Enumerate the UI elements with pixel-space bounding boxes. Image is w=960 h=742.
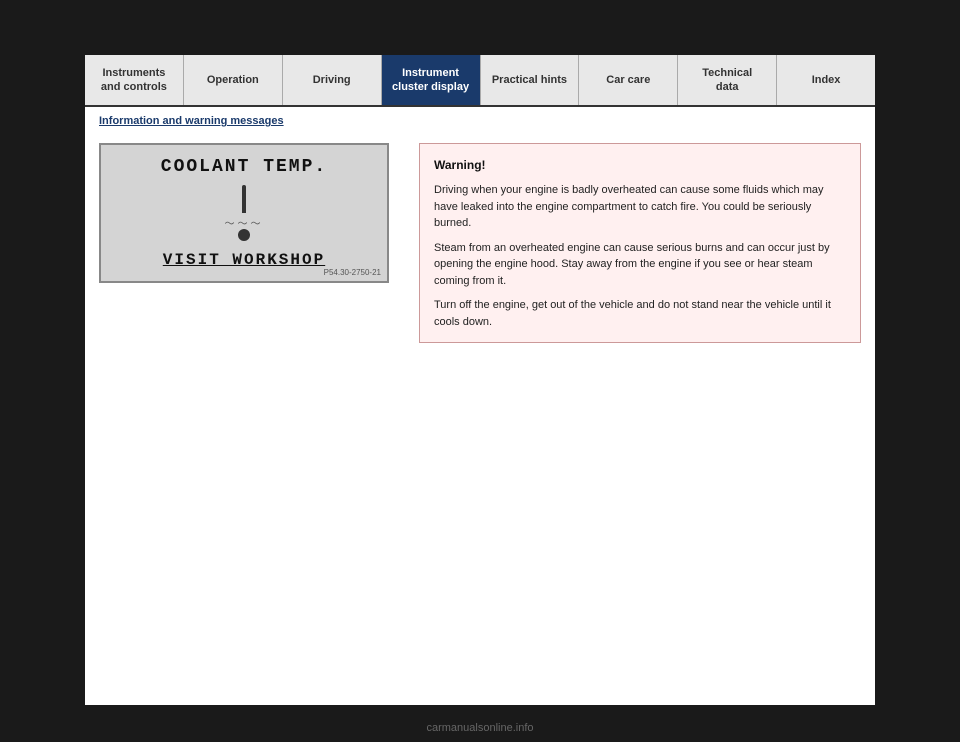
warning-paragraph-3: Turn off the engine, get out of the vehi… (434, 297, 846, 330)
tab-practical-hints[interactable]: Practical hints (481, 55, 580, 105)
thermometer-icon: 〜〜〜 (225, 185, 264, 241)
right-panel: Warning! Driving when your engine is bad… (419, 143, 861, 343)
left-panel: COOLANT TEMP. 〜〜〜 VISIT WORKSHOP P54.30-… (99, 143, 399, 343)
display-ref: P54.30-2750-21 (324, 268, 381, 277)
tab-driving[interactable]: Driving (283, 55, 382, 105)
nav-tabs: Instruments and controls Operation Drivi… (85, 55, 875, 107)
tab-index[interactable]: Index (777, 55, 875, 105)
tab-car-care[interactable]: Car care (579, 55, 678, 105)
tab-instruments[interactable]: Instruments and controls (85, 55, 184, 105)
page-content: Instruments and controls Operation Drivi… (85, 55, 875, 705)
section-heading: Information and warning messages (85, 107, 875, 133)
warning-box: Warning! Driving when your engine is bad… (419, 143, 861, 343)
warning-paragraph-1: Driving when your engine is badly overhe… (434, 182, 846, 232)
warning-paragraph-2: Steam from an overheated engine can caus… (434, 240, 846, 290)
cluster-display: COOLANT TEMP. 〜〜〜 VISIT WORKSHOP P54.30-… (99, 143, 389, 283)
tab-technical-data[interactable]: Technical data (678, 55, 777, 105)
watermark-text: carmanualsonline.info (426, 722, 533, 734)
display-line2: VISIT WORKSHOP (163, 251, 325, 269)
tab-operation[interactable]: Operation (184, 55, 283, 105)
tab-instrument-cluster[interactable]: Instrument cluster display (382, 55, 481, 105)
watermark-area: carmanualsonline.info (0, 722, 960, 734)
display-line1: COOLANT TEMP. (161, 157, 327, 177)
warning-title: Warning! (434, 156, 846, 174)
therm-bulb (238, 229, 250, 241)
body-area: COOLANT TEMP. 〜〜〜 VISIT WORKSHOP P54.30-… (85, 133, 875, 353)
therm-stem (242, 185, 246, 213)
